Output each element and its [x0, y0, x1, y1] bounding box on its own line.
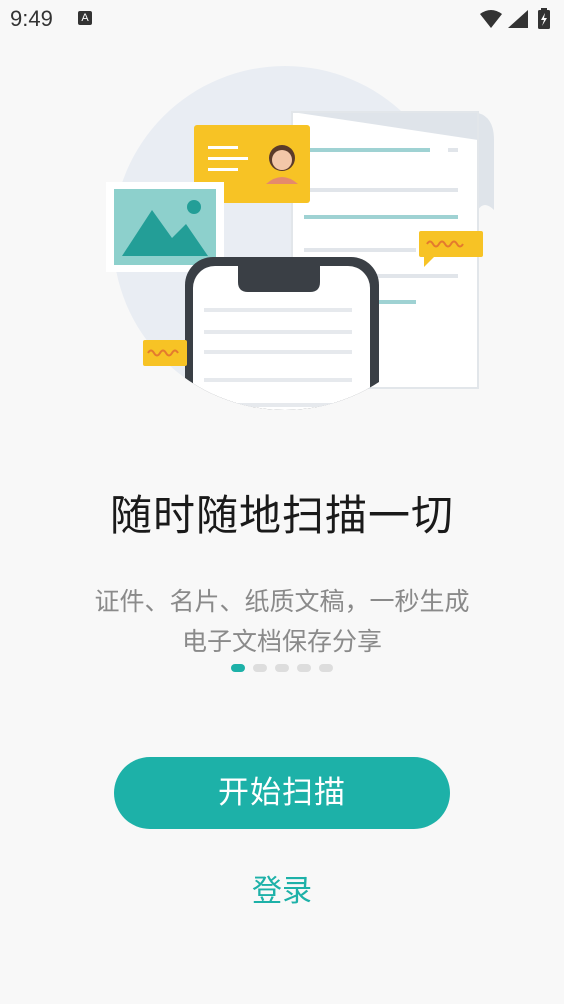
phone-illustration — [185, 257, 379, 410]
onboarding-subtitle: 证件、名片、纸质文稿，一秒生成 电子文档保存分享 — [60, 582, 504, 662]
page-dot — [275, 664, 289, 672]
battery-charging-icon — [538, 8, 550, 29]
subtitle-line-1: 证件、名片、纸质文稿，一秒生成 — [94, 587, 470, 616]
onboarding-title: 随时随地扫描一切 — [109, 491, 454, 540]
page-dot — [297, 664, 311, 672]
scan-illustration — [106, 66, 494, 410]
page-dot-active — [231, 664, 245, 672]
status-bar: 9:49 A — [0, 0, 564, 40]
signal-icon — [508, 10, 528, 28]
wifi-icon — [480, 10, 502, 28]
login-link[interactable]: 登录 — [0, 866, 564, 910]
page-dot — [319, 664, 333, 672]
page-dot — [253, 664, 267, 672]
start-scan-button[interactable]: 开始扫描 — [114, 757, 450, 829]
notification-a-icon: A — [78, 11, 92, 25]
status-time: 9:49 — [10, 6, 53, 31]
page-indicator — [0, 664, 564, 674]
subtitle-line-2: 电子文档保存分享 — [181, 627, 382, 656]
status-icons — [480, 8, 550, 29]
note-tag-left — [143, 340, 187, 366]
